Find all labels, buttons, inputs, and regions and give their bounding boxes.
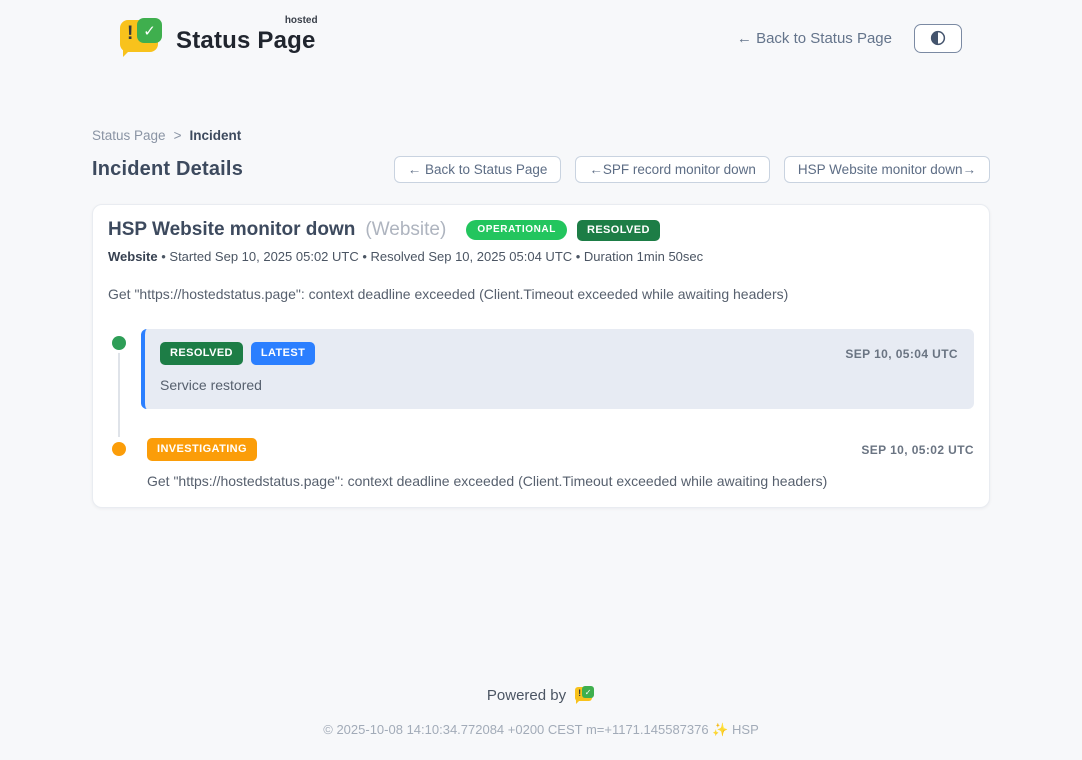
app-header: ! ✓ Status Page hosted ← Back to Status … [92, 0, 990, 58]
prev-incident-button[interactable]: ←SPF record monitor down [575, 156, 770, 183]
incident-nav-buttons: ← Back to Status Page ←SPF record monito… [394, 156, 990, 183]
timeline-dot-green [112, 336, 126, 350]
meta-component-name: Website [108, 249, 158, 264]
hosted-superscript: hosted [285, 15, 318, 26]
back-to-status-link[interactable]: ← Back to Status Page [737, 30, 892, 47]
back-to-status-button[interactable]: ← Back to Status Page [394, 156, 562, 183]
latest-badge: LATEST [251, 342, 315, 365]
page-title: Incident Details [92, 158, 243, 181]
powered-by-label: Powered by [487, 687, 566, 704]
page-footer: Powered by ! ✓ © 2025-10-08 14:10:34.772… [92, 686, 990, 760]
copyright-text: © 2025-10-08 14:10:34.772084 +0200 CEST … [92, 722, 990, 738]
entry-timestamp: SEP 10, 05:02 UTC [861, 443, 974, 457]
breadcrumb-status-page[interactable]: Status Page [92, 128, 166, 143]
entry-timestamp: SEP 10, 05:04 UTC [845, 347, 958, 361]
timeline-entry-investigating: INVESTIGATING SEP 10, 05:02 UTC Get "htt… [108, 435, 974, 489]
entry-message: Service restored [160, 377, 958, 393]
incident-title: HSP Website monitor down [108, 219, 355, 241]
timeline-entry-card: RESOLVED LATEST SEP 10, 05:04 UTC Servic… [141, 329, 974, 409]
checkmark-icon: ✓ [137, 18, 162, 43]
status-page-logo: ! ✓ Status Page hosted [120, 18, 316, 58]
contrast-icon [929, 29, 947, 47]
breadcrumb-separator: > [174, 128, 182, 143]
powered-by-logo-icon: ! ✓ [575, 686, 595, 705]
entry-message: Get "https://hostedstatus.page": context… [147, 473, 974, 489]
incident-timeline: RESOLVED LATEST SEP 10, 05:04 UTC Servic… [108, 329, 974, 489]
incident-meta: Website • Started Sep 10, 2025 05:02 UTC… [108, 249, 974, 264]
incident-description: Get "https://hostedstatus.page": context… [108, 286, 974, 302]
breadcrumb: Status Page > Incident [92, 128, 990, 143]
timeline-entry-resolved: RESOLVED LATEST SEP 10, 05:04 UTC Servic… [108, 329, 974, 409]
timeline-dot-orange [112, 442, 126, 456]
theme-toggle-button[interactable] [914, 24, 962, 53]
exclamation-icon: ! [127, 24, 133, 43]
resolved-status-badge: RESOLVED [577, 220, 660, 241]
meta-details: • Started Sep 10, 2025 05:02 UTC • Resol… [161, 249, 703, 264]
investigating-badge: INVESTIGATING [147, 438, 257, 461]
resolved-badge: RESOLVED [160, 342, 243, 365]
incident-component: (Website) [365, 219, 446, 241]
breadcrumb-incident: Incident [189, 128, 241, 143]
incident-card: HSP Website monitor down (Website) OPERA… [92, 204, 990, 508]
next-incident-button[interactable]: HSP Website monitor down→ [784, 156, 990, 183]
operational-badge: OPERATIONAL [466, 220, 567, 240]
logo-bubble-icon: ! ✓ [120, 18, 164, 58]
logo-title: Status Page [176, 27, 316, 54]
